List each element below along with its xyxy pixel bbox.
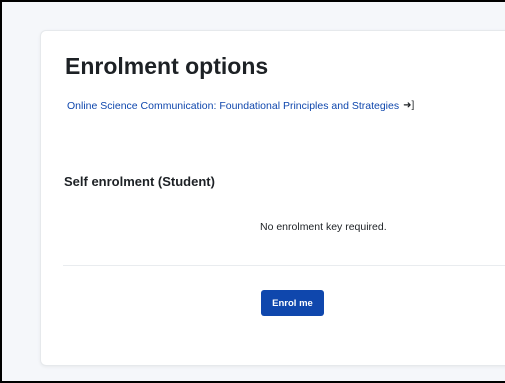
section-divider — [63, 265, 505, 266]
page-frame: Enrolment options Online Science Communi… — [0, 0, 505, 383]
course-link[interactable]: Online Science Communication: Foundation… — [67, 100, 414, 112]
course-link-label: Online Science Communication: Foundation… — [67, 100, 400, 112]
sign-in-icon: ➜] — [403, 100, 415, 111]
page-title: Enrolment options — [65, 53, 269, 79]
enrolment-card: Enrolment options Online Science Communi… — [40, 30, 505, 366]
enrol-me-button[interactable]: Enrol me — [261, 290, 324, 316]
section-title: Self enrolment (Student) — [64, 174, 215, 189]
enrolment-key-note: No enrolment key required. — [260, 221, 387, 233]
